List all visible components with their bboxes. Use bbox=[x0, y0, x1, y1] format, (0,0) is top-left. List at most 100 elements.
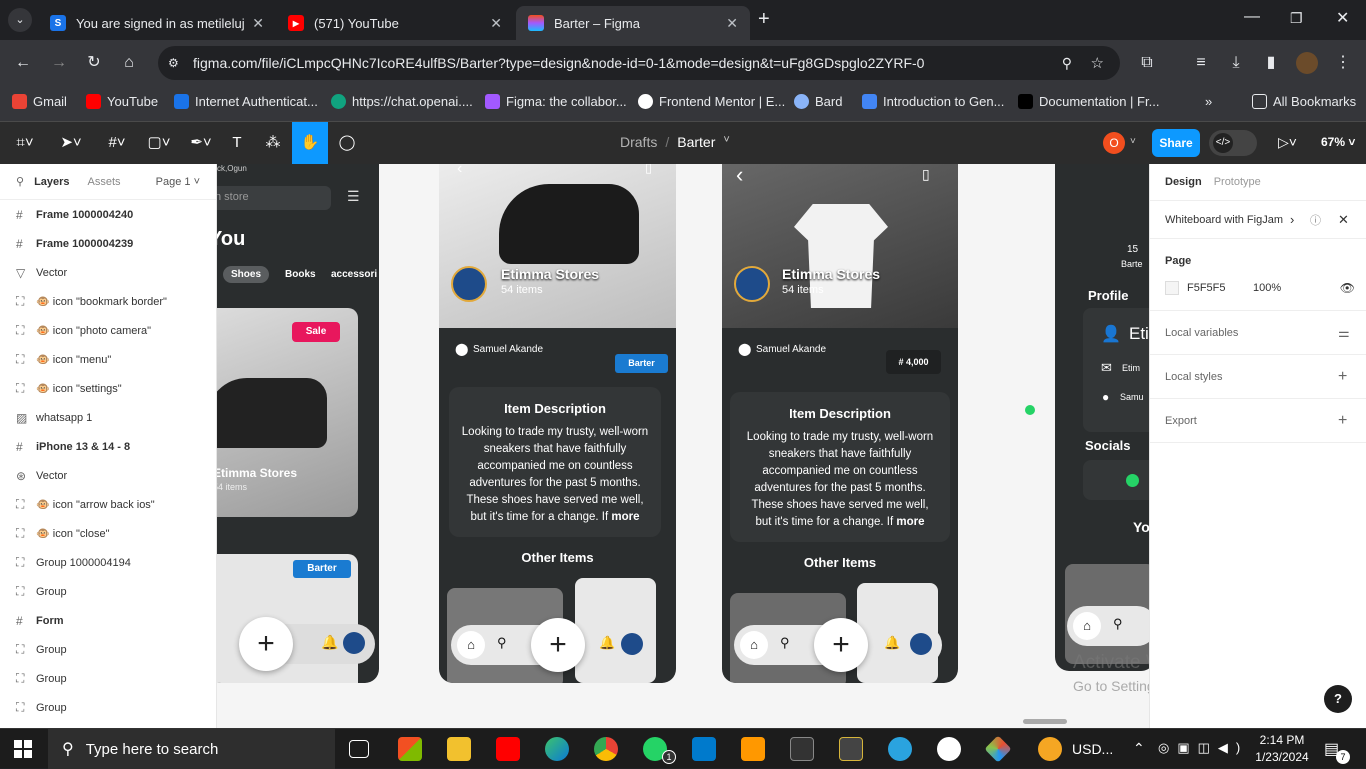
tab-assets[interactable]: Assets bbox=[88, 176, 121, 188]
windows-start-icon[interactable] bbox=[14, 740, 32, 758]
frame-profile[interactable]: 15 Barte Profile 👤 Eti ✉ Etim ● Samu Soc… bbox=[1055, 164, 1149, 671]
chip-shoes[interactable]: Shoes bbox=[223, 266, 270, 283]
layer-row[interactable]: ⛶ 🐵 icon "photo camera" bbox=[0, 316, 216, 345]
layer-row[interactable]: ⛶ Group bbox=[0, 664, 216, 693]
profile-avatar[interactable] bbox=[1296, 52, 1318, 74]
notification-icon[interactable]: 🔔 bbox=[321, 634, 338, 651]
help-button[interactable]: ? bbox=[1324, 685, 1352, 713]
file-name[interactable]: Barter bbox=[677, 134, 715, 150]
variables-icon[interactable]: ⚌ bbox=[1338, 325, 1350, 341]
clock[interactable]: 2:14 PM 1/23/2024 bbox=[1253, 733, 1311, 764]
notification-icon[interactable]: 🔔 bbox=[884, 635, 900, 651]
export-section[interactable]: Export + bbox=[1150, 399, 1366, 443]
chrome-icon[interactable] bbox=[594, 737, 618, 761]
bookmark-bard[interactable]: Bard bbox=[794, 94, 842, 109]
arrow-back-icon[interactable]: ‹ bbox=[736, 164, 743, 188]
layer-row[interactable]: # iPhone 13 & 14 - 8 bbox=[0, 432, 216, 461]
color-swatch[interactable] bbox=[1165, 281, 1179, 295]
bookmark-icon[interactable]: ▯ bbox=[645, 164, 652, 176]
arrow-back-icon[interactable]: ‹ bbox=[457, 164, 462, 178]
plus-icon[interactable]: + bbox=[1338, 368, 1347, 386]
product-card[interactable]: Sale Etimma Stores 54 items bbox=[217, 308, 358, 517]
search-icon[interactable]: ⚲ bbox=[1062, 55, 1072, 72]
frame-tool-icon[interactable]: #˅ bbox=[102, 132, 132, 154]
layer-row[interactable]: ⛶ Group 1000004194 bbox=[0, 548, 216, 577]
page-color-value[interactable]: F5F5F5 bbox=[1187, 282, 1253, 294]
share-button[interactable]: Share bbox=[1152, 129, 1200, 157]
star-icon[interactable]: ☆ bbox=[1091, 54, 1104, 72]
app-icon[interactable] bbox=[839, 737, 863, 761]
back-icon[interactable]: ← bbox=[12, 52, 34, 74]
close-icon[interactable]: ✕ bbox=[1338, 212, 1349, 228]
restore-button[interactable]: ❐ bbox=[1290, 10, 1303, 27]
search-icon[interactable]: ⚲ bbox=[497, 635, 507, 651]
vscode-icon[interactable] bbox=[692, 737, 716, 761]
chevron-right-icon[interactable]: › bbox=[1290, 212, 1294, 227]
hand-tool-icon[interactable]: ✋ bbox=[292, 122, 328, 164]
bookmark-icon[interactable]: ▯ bbox=[922, 166, 930, 183]
avatar[interactable] bbox=[910, 633, 932, 655]
user-avatar[interactable]: O bbox=[1103, 132, 1125, 154]
bookmark-frontend-mentor[interactable]: Frontend Mentor | E... bbox=[638, 94, 785, 109]
currency-icon[interactable] bbox=[1038, 737, 1062, 761]
bookmark-gmail[interactable]: Gmail bbox=[12, 94, 67, 109]
layer-row[interactable]: ⛶ Group bbox=[0, 577, 216, 606]
frame-home[interactable]: ck,Ogun n store ☰ You Shoes Books access… bbox=[217, 164, 379, 683]
terminal-icon[interactable] bbox=[790, 737, 814, 761]
breadcrumb-drafts[interactable]: Drafts bbox=[620, 134, 657, 150]
minimize-button[interactable]: — bbox=[1244, 8, 1260, 26]
close-icon[interactable]: ✕ bbox=[252, 15, 264, 32]
tab-prototype[interactable]: Prototype bbox=[1214, 176, 1261, 188]
layer-row[interactable]: ⛶ 🐵 icon "close" bbox=[0, 519, 216, 548]
whatsapp-icon[interactable] bbox=[1025, 405, 1035, 415]
bookmark-chatgpt[interactable]: https://chat.openai.... bbox=[331, 94, 473, 109]
plus-icon[interactable]: + bbox=[1338, 412, 1347, 430]
more-link[interactable]: more bbox=[896, 516, 924, 528]
tab-search-button[interactable]: ⌄ bbox=[8, 8, 32, 32]
home-icon[interactable]: ⌂ bbox=[740, 631, 768, 659]
add-item-button[interactable]: + bbox=[531, 618, 585, 672]
close-icon[interactable]: ✕ bbox=[490, 15, 502, 32]
frame-item-detail-price[interactable]: ‹ ▯ Etimma Stores 54 items ⬤ Samuel Akan… bbox=[722, 164, 958, 683]
site-info-icon[interactable]: ⚙ bbox=[168, 56, 179, 70]
layer-row[interactable]: ▽ Vector bbox=[0, 258, 216, 287]
chip-accessories[interactable]: accessori bbox=[331, 269, 377, 280]
more-link[interactable]: more bbox=[611, 511, 639, 523]
download-icon[interactable]: ⤓ bbox=[1225, 52, 1247, 74]
chevron-down-icon[interactable]: ˅ bbox=[1130, 136, 1136, 147]
avatar[interactable] bbox=[343, 632, 365, 654]
more-bookmarks-icon[interactable]: » bbox=[1205, 94, 1212, 109]
taskbar-search[interactable]: ⚲ Type here to search bbox=[48, 729, 335, 769]
avatar[interactable] bbox=[621, 633, 643, 655]
menu-icon[interactable]: ⋮ bbox=[1332, 52, 1354, 74]
zoom-level[interactable]: 67% ˅ bbox=[1321, 135, 1355, 149]
home-icon[interactable]: ⌂ bbox=[457, 631, 485, 659]
edge-icon[interactable] bbox=[545, 737, 569, 761]
extensions-icon[interactable]: ⧉ bbox=[1136, 52, 1158, 74]
layer-row[interactable]: ⛶ Group bbox=[0, 693, 216, 722]
forward-icon[interactable]: → bbox=[48, 52, 70, 74]
layer-row[interactable]: ▨ whatsapp 1 bbox=[0, 403, 216, 432]
github-icon[interactable] bbox=[937, 737, 961, 761]
task-view-icon[interactable] bbox=[349, 740, 369, 758]
close-window-button[interactable]: ✕ bbox=[1336, 8, 1349, 28]
chip-books[interactable]: Books bbox=[285, 269, 316, 280]
search-icon[interactable]: ⚲ bbox=[16, 175, 24, 188]
all-bookmarks[interactable]: All Bookmarks bbox=[1252, 94, 1356, 109]
layer-row[interactable]: ⛶ 🐵 icon "bookmark border" bbox=[0, 287, 216, 316]
home-icon[interactable]: ⌂ bbox=[1073, 612, 1101, 640]
add-item-button[interactable]: + bbox=[814, 618, 868, 672]
new-tab-button[interactable]: + bbox=[758, 8, 770, 31]
layer-row[interactable]: ⊛ Vector bbox=[0, 461, 216, 490]
search-input[interactable]: n store bbox=[217, 186, 331, 210]
address-bar[interactable]: ⚙ figma.com/file/iCLmpcQHNc7IcoRE4ulfBS/… bbox=[158, 46, 1120, 80]
close-icon[interactable]: ✕ bbox=[726, 15, 738, 32]
whatsapp-icon[interactable] bbox=[1126, 474, 1139, 487]
home-icon[interactable]: ⌂ bbox=[118, 52, 140, 74]
telegram-icon[interactable] bbox=[888, 737, 912, 761]
text-tool-icon[interactable]: T bbox=[226, 132, 248, 154]
layer-row[interactable]: # Frame 1000004240 bbox=[0, 200, 216, 229]
currency-label[interactable]: USD... bbox=[1072, 741, 1113, 757]
page-color-row[interactable]: F5F5F5 100% 👁 bbox=[1165, 281, 1355, 295]
tab-signed-in[interactable]: S You are signed in as metileluj ✕ bbox=[38, 6, 276, 40]
